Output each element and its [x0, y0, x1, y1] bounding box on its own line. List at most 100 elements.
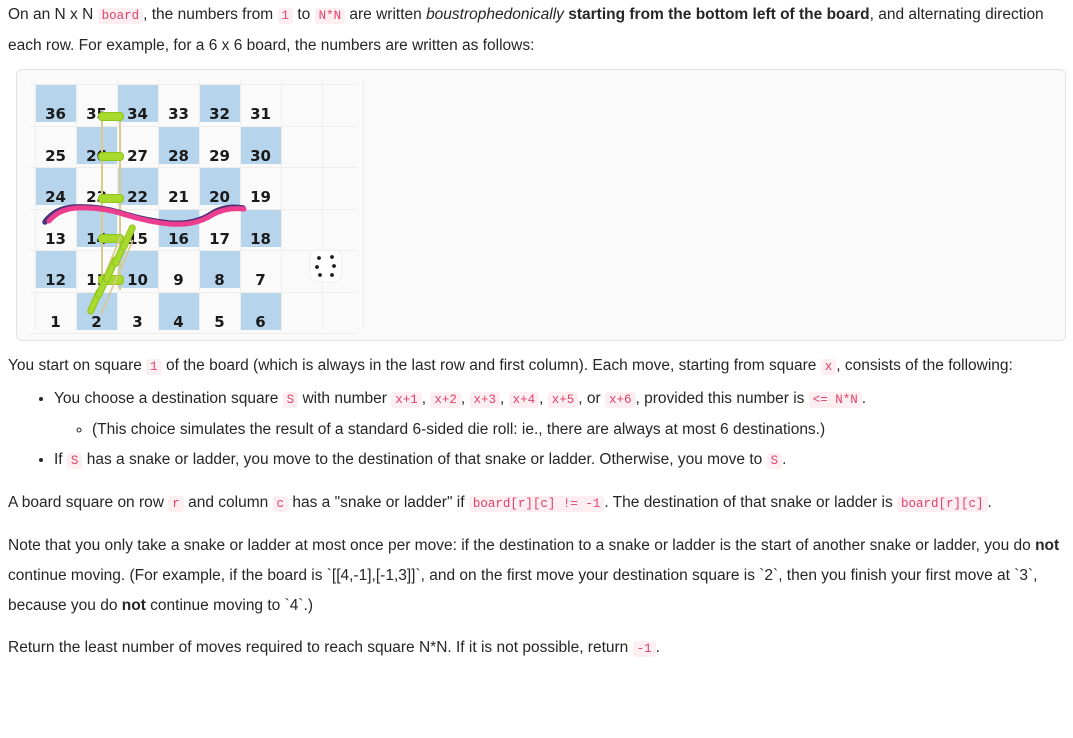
grid-line-horizontal	[29, 84, 357, 85]
code-s-rule-2: S	[766, 453, 783, 469]
board-cell-number: 12	[45, 271, 66, 289]
board-cell-number: 30	[250, 146, 271, 165]
grid-line-vertical	[363, 80, 364, 330]
choose-text-1: You choose a destination square	[54, 390, 283, 407]
note-paragraph: Note that you only take a snake or ladde…	[8, 531, 1065, 621]
code-r: r	[168, 496, 184, 512]
problem-statement-page: On an N x N board, the numbers from 1 to…	[0, 0, 1073, 664]
board-cell-number: 17	[209, 229, 230, 248]
code-le-n-times-n: <= N*N	[808, 392, 862, 408]
code-x-plus-6: x+6	[605, 392, 636, 408]
grid-line-horizontal	[29, 208, 357, 210]
note-text-1: Note that you only take a snake or ladde…	[8, 537, 1036, 554]
note-bold-2: not	[121, 597, 146, 614]
intro-text-4: are written	[345, 6, 427, 23]
code-s-rule: S	[66, 453, 83, 469]
snake-rule-text-3: .	[782, 451, 787, 468]
list-item-choose-destination: You choose a destination square S with n…	[54, 384, 1065, 445]
board-cell-number: 31	[250, 105, 271, 123]
board-cell-number: 32	[209, 105, 230, 123]
grid-line-vertical	[322, 80, 323, 330]
intro-text-3: to	[293, 6, 315, 23]
start-paragraph: You start on square 1 of the board (whic…	[8, 351, 1065, 382]
snake-rule-text-1: If	[54, 451, 67, 468]
start-text-1: You start on square	[8, 357, 147, 374]
sep-3: ,	[500, 390, 509, 407]
choose-text-3: , provided this number is	[635, 390, 809, 407]
definition-paragraph: A board square on row r and column c has…	[8, 488, 1065, 519]
board-cell-number: 24	[45, 188, 66, 206]
board-diagram: 36 35 34 33 32 31 25 26 27 28 29 30 24 23 22 21 20 19 13 14…	[29, 80, 364, 334]
die-roll-note-list: (This choice simulates the result of a s…	[54, 415, 1065, 445]
board-cell-number: 3	[132, 312, 143, 331]
move-rules-list: You choose a destination square S with n…	[8, 384, 1065, 476]
code-x-plus-5: x+5	[547, 392, 579, 408]
intro-paragraph: On an N x N board, the numbers from 1 to…	[8, 0, 1065, 61]
code-x: x	[820, 359, 837, 375]
code-start-one: 1	[146, 359, 162, 375]
return-text-2: .	[655, 639, 660, 656]
code-n-times-n: N*N	[314, 8, 346, 24]
list-item-die-roll-note: (This choice simulates the result of a s…	[92, 415, 1065, 445]
choose-text-2: with number	[298, 390, 392, 407]
board-cell-number: 18	[250, 229, 271, 248]
board-cell-number: 20	[209, 188, 230, 206]
board-cell-number: 9	[173, 271, 184, 289]
intro-text-2: , the numbers from	[143, 6, 278, 23]
board-cell-number: 29	[209, 146, 230, 165]
code-board: board	[97, 8, 144, 24]
board-cell-number: 5	[214, 312, 225, 331]
def-text-3: has a "snake or ladder" if	[288, 494, 469, 511]
def-text-2: and column	[183, 494, 273, 511]
code-x-plus-1: x+1	[391, 392, 422, 408]
grid-line-vertical	[281, 80, 282, 330]
code-c: c	[272, 496, 289, 512]
sep-4: ,	[539, 390, 548, 407]
board-cell-number: 1	[50, 312, 61, 331]
board-cell-number: 25	[45, 146, 66, 165]
sep-5: ,	[578, 390, 587, 407]
board-cell-number: 21	[168, 188, 189, 206]
board-cell-number: 4	[173, 312, 184, 331]
die-icon	[309, 249, 343, 283]
board-cell-number: 19	[250, 188, 271, 206]
start-text-2: of the board (which is always in the las…	[161, 357, 821, 374]
board-cell-number: 8	[214, 271, 225, 289]
ladder-rung	[98, 194, 124, 203]
sep-2: ,	[460, 390, 470, 407]
board-cell-number: 16	[168, 229, 189, 248]
code-x-plus-4: x+4	[508, 392, 540, 408]
board-figure-panel: 36 35 34 33 32 31 25 26 27 28 29 30 24 23 22 21 20 19 13 14…	[16, 69, 1066, 341]
grid-line-horizontal	[29, 333, 357, 334]
board-cell-number: 28	[168, 146, 189, 165]
code-x-plus-3: x+3	[469, 392, 501, 408]
board-cell-number: 7	[255, 271, 266, 289]
grid-line-horizontal	[29, 167, 357, 168]
note-bold-1: not	[1035, 537, 1060, 554]
code-one: 1	[277, 8, 294, 24]
code-board-destination: board[r][c]	[897, 496, 988, 512]
code-negative-one: -1	[632, 641, 656, 657]
def-text-5: .	[987, 494, 992, 511]
board-cell-number: 13	[45, 229, 66, 248]
grid-line-horizontal	[29, 125, 357, 127]
list-item-snake-or-ladder-rule: If S has a snake or ladder, you move to …	[54, 445, 1065, 476]
snake-rule-text-2: has a snake or ladder, you move to the d…	[82, 451, 767, 468]
ladder-rung	[98, 112, 124, 121]
board-cell-number: 6	[255, 312, 266, 331]
or-word: or	[586, 390, 606, 407]
code-s: S	[282, 392, 299, 408]
board-cell-number: 33	[168, 105, 189, 123]
return-text-1: Return the least number of moves require…	[8, 639, 633, 656]
intro-text-1: On an N x N	[8, 6, 98, 23]
code-board-condition: board[r][c] != -1	[468, 496, 605, 512]
diagonal-ladder-rails	[88, 235, 134, 314]
note-text-3: continue moving to `4`.)	[145, 597, 314, 614]
ladder-rung	[98, 152, 124, 161]
start-text-3: , consists of the following:	[836, 357, 1013, 374]
intro-emphasis: boustrophedonically	[426, 6, 564, 23]
def-text-1: A board square on row	[8, 494, 169, 511]
